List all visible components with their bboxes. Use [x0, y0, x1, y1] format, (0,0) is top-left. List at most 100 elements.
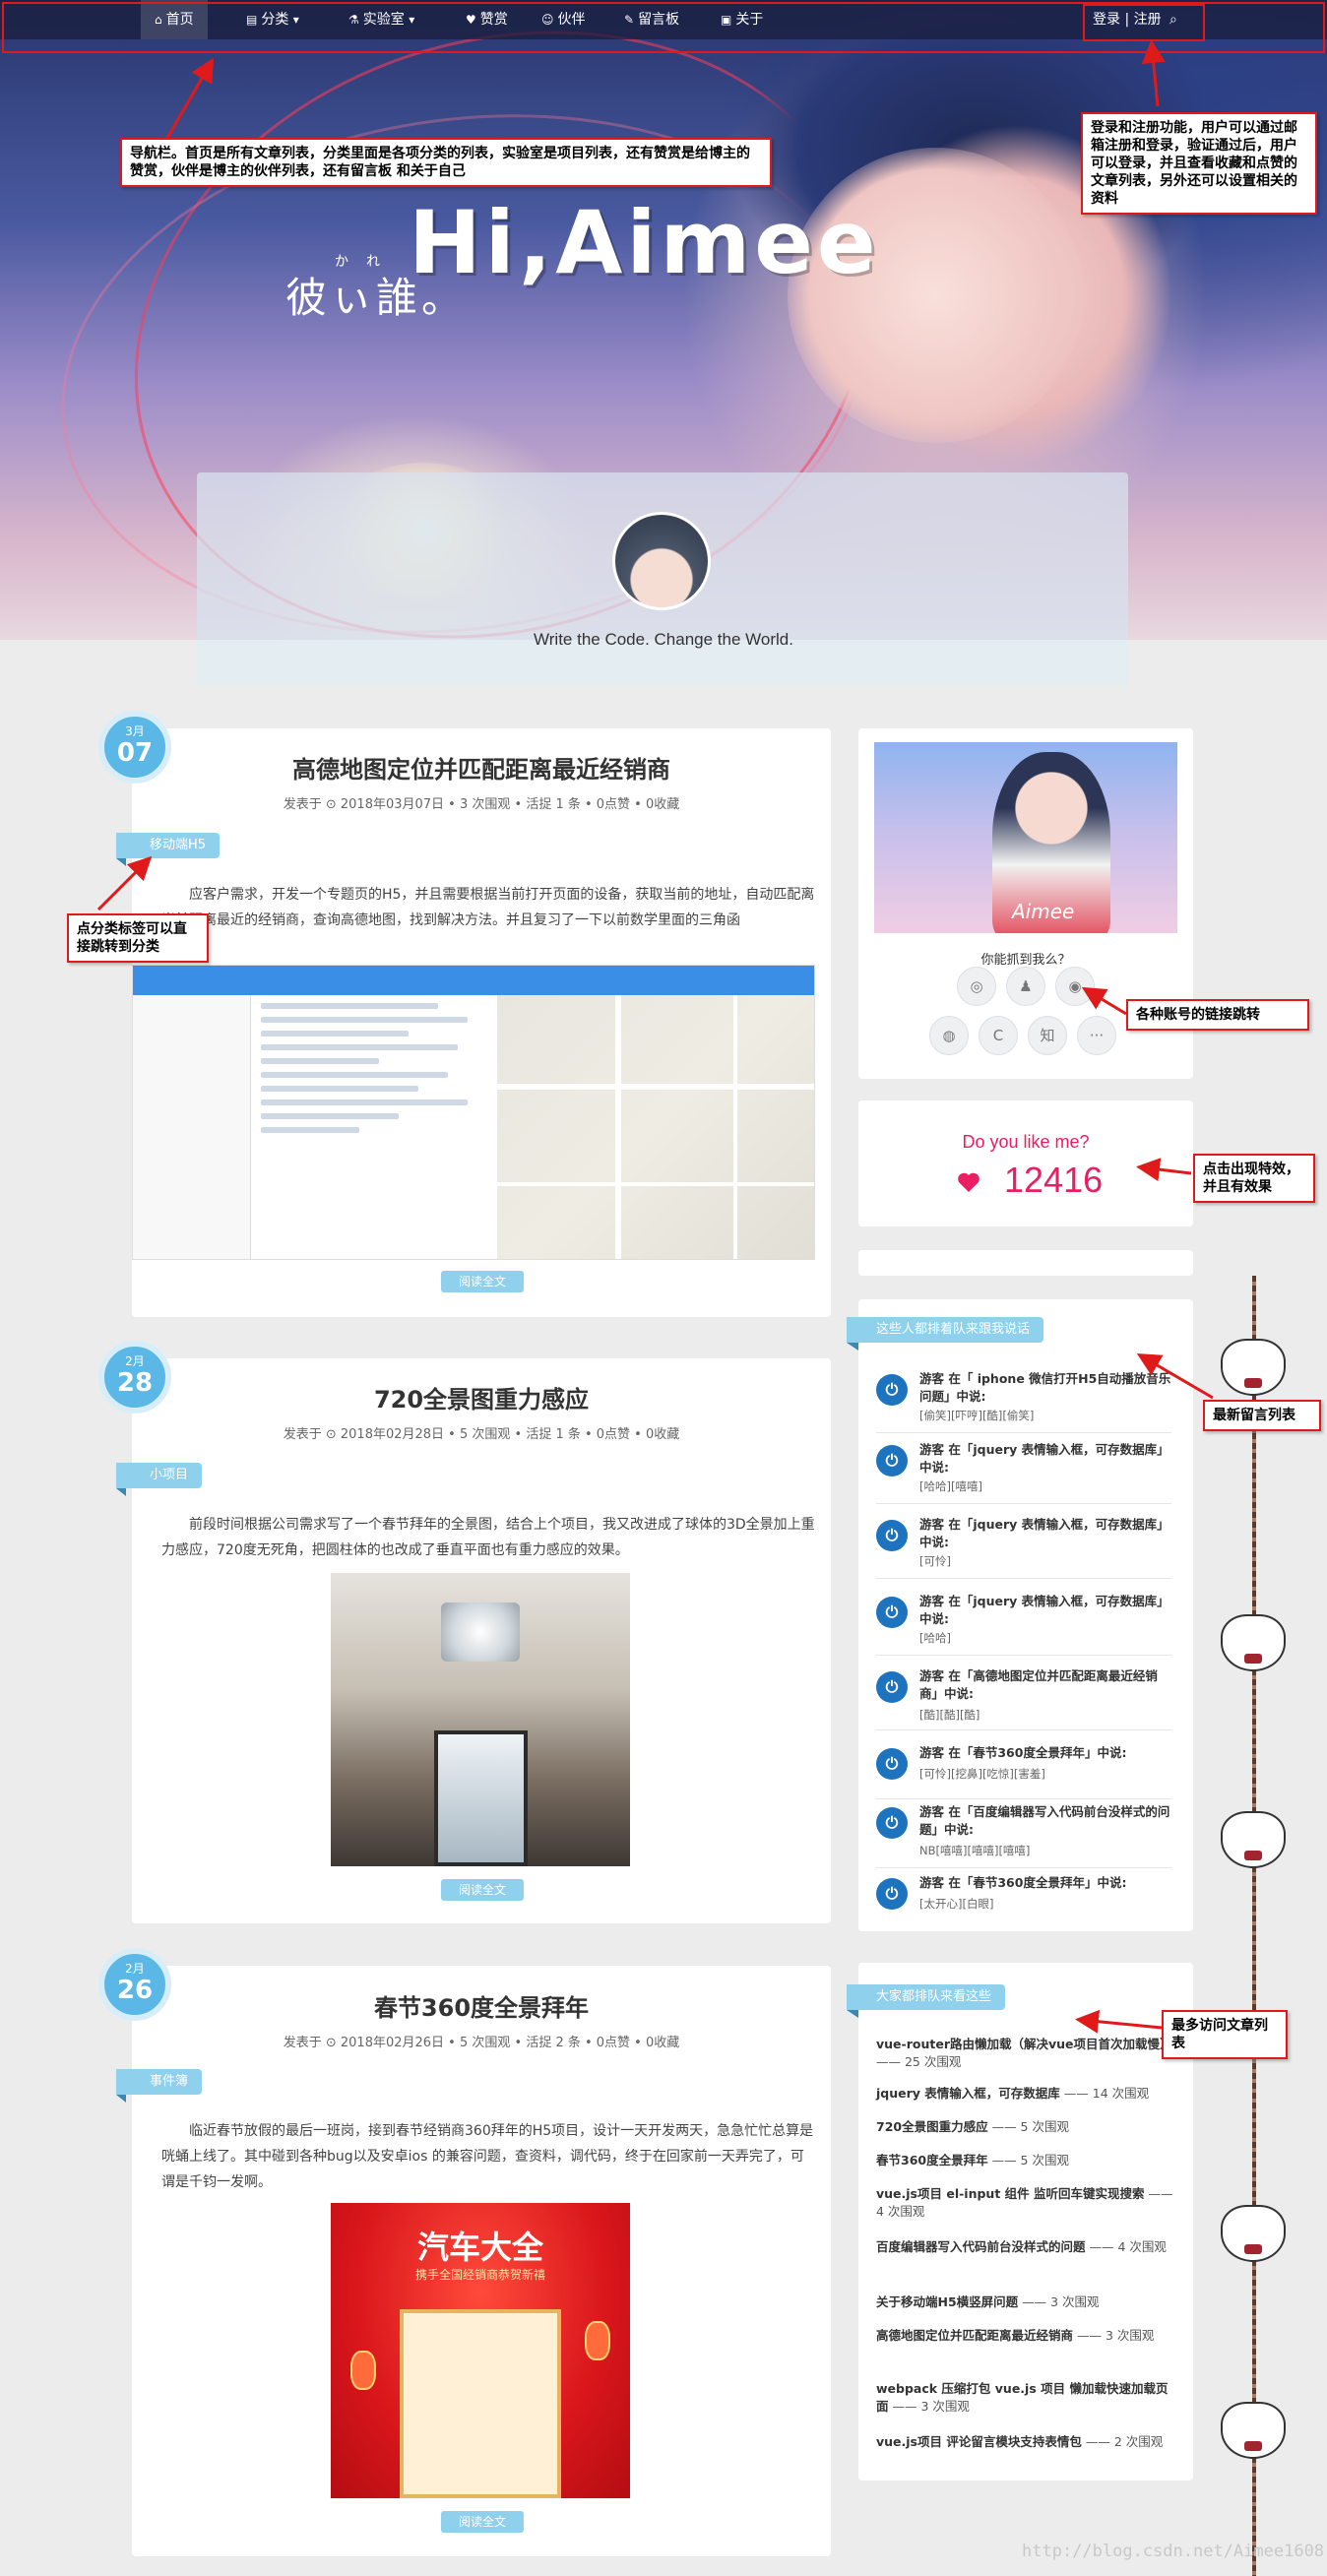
power-icon: ⏻ — [876, 1520, 908, 1551]
empty-widget — [858, 1250, 1193, 1276]
comment-item[interactable]: ⏻ 游客 在「春节360度全景拜年」中说: [可怜][挖鼻][吃惊][害羞] — [876, 1744, 1171, 1799]
top-post-name: vue.js项目 el-input 组件 监听回车键实现搜索 — [876, 2186, 1145, 2201]
comment-body: [酷][酷][酷] — [919, 1708, 980, 1722]
top-post-name: 720全景图重力感应 — [876, 2119, 988, 2134]
hero-subtitle-ruby: かれ た — [335, 254, 452, 270]
screenshot-map — [497, 995, 814, 1259]
post-title[interactable]: 高德地图定位并匹配距离最近经销商 — [132, 750, 831, 785]
profile-image: Aimee — [874, 742, 1177, 933]
hero-subtitle-text: 彼ぃ誰。 — [285, 274, 468, 322]
top-post-item[interactable]: 春节360度全景拜年 —— 5 次围观 — [876, 2152, 1177, 2169]
top-post-item[interactable]: 720全景图重力感应 —— 5 次围观 — [876, 2118, 1177, 2136]
comment-item[interactable]: ⏻ 游客 在「jquery 表情输入框，可存数据库」中说: [哈哈] — [876, 1593, 1171, 1656]
like-count[interactable]: 12416 — [1004, 1160, 1103, 1201]
top-post-item[interactable]: vue.js项目 el-input 组件 监听回车键实现搜索 —— 4 次围观 — [876, 2185, 1177, 2221]
top-post-item[interactable]: 关于移动端H5横竖屏问题 —— 3 次围观 — [876, 2293, 1177, 2311]
top-post-item[interactable]: vue.js项目 评论留言模块支持表情包 —— 2 次围观 — [876, 2433, 1177, 2451]
comment-body: [哈哈] — [919, 1631, 951, 1645]
qq-icon[interactable]: ♟ — [1006, 967, 1045, 1006]
comment-title: 游客 在「jquery 表情输入框，可存数据库」中说: — [919, 1594, 1169, 1626]
top-post-item[interactable]: 百度编辑器写入代码前台没样式的问题 —— 4 次围观 — [876, 2238, 1177, 2256]
top-post-views: —— 4 次围观 — [1089, 2239, 1167, 2254]
post-meta: 发表于 ⊙ 2018年03月07日 • 3 次围观 • 活捉 1 条 • 0点赞… — [283, 797, 680, 812]
comment-title: 游客 在「百度编辑器写入代码前台没样式的问题」中说: — [919, 1804, 1170, 1837]
post-month: 2月 — [125, 1354, 145, 1368]
like-widget: Do you like me? 12416 — [858, 1100, 1193, 1226]
post-category-tag[interactable]: 事件簿 — [116, 2069, 203, 2103]
power-icon: ⏻ — [876, 1671, 908, 1703]
lantern-decoration — [585, 2321, 610, 2360]
map-road — [615, 995, 621, 1259]
lantern-decoration — [1221, 2205, 1286, 2262]
post-excerpt: 前段时间根据公司需求写了一个春节拜年的全景图，结合上个项目，我又改进成了球体的3… — [161, 1517, 815, 1558]
csdn-icon[interactable]: C — [979, 1016, 1018, 1055]
post-category-tag[interactable]: 移动端H5 — [116, 833, 221, 866]
comment-item[interactable]: ⏻ 游客 在「 iphone 微信打开H5自动播放音乐问题」中说: [偷笑][吓哼]… — [876, 1370, 1171, 1433]
annotation-like: 点击出现特效，并且有效果 — [1193, 1154, 1315, 1203]
screenshot-topbar — [133, 966, 814, 995]
post-month: 2月 — [125, 1962, 145, 1976]
lantern-decoration — [1221, 1339, 1286, 1396]
zhihu-icon[interactable]: 知 — [1028, 1016, 1067, 1055]
weibo-icon[interactable]: ◉ — [1055, 967, 1095, 1006]
annotation-top: 最多访问文章列表 — [1162, 2010, 1288, 2059]
comment-title: 游客 在「jquery 表情输入框，可存数据库」中说: — [919, 1517, 1169, 1549]
comment-title: 游客 在「春节360度全景拜年」中说: — [919, 1875, 1127, 1890]
wechat-icon[interactable]: ◍ — [929, 1016, 969, 1055]
image-panel — [400, 2309, 561, 2498]
post-excerpt: 应客户需求，开发一个专题页的H5，并且需要根据当前打开页面的设备，获取当前的地址… — [161, 887, 815, 928]
comment-title: 游客 在「高德地图定位并匹配距离最近经销商」中说: — [919, 1668, 1158, 1701]
lantern-decoration — [350, 2351, 376, 2390]
post-title[interactable]: 720全景图重力感应 — [132, 1380, 831, 1414]
comment-item[interactable]: ⏻ 游客 在「jquery 表情输入框，可存数据库」中说: [哈哈][嘻嘻] — [876, 1441, 1171, 1504]
profile-signature: Aimee — [1012, 900, 1075, 923]
comment-item[interactable]: ⏻ 游客 在「春节360度全景拜年」中说: [太开心][白眼] — [876, 1874, 1171, 1923]
read-more-button[interactable]: 阅读全文>> — [441, 1271, 524, 1310]
heart-icon[interactable] — [957, 1171, 980, 1193]
top-post-views: —— 3 次围观 — [1022, 2294, 1100, 2309]
top-post-item[interactable]: vue-router路由懒加载（解决vue项目首次加载慢） —— 25 次围观 — [876, 2036, 1177, 2071]
top-post-views: —— 3 次围观 — [1077, 2328, 1155, 2343]
screenshot-sidebar — [133, 995, 251, 1259]
comment-body: [可怜] — [919, 1554, 951, 1568]
power-icon: ⏻ — [876, 1748, 908, 1780]
comment-title: 游客 在「jquery 表情输入框，可存数据库」中说: — [919, 1442, 1169, 1475]
top-post-name: vue.js项目 评论留言模块支持表情包 — [876, 2434, 1082, 2449]
annotation-comments: 最新留言列表 — [1203, 1400, 1321, 1431]
lantern-decoration — [1221, 1614, 1286, 1671]
github-icon[interactable]: ◎ — [957, 967, 996, 1006]
top-post-views: —— 5 次围观 — [991, 2153, 1069, 2168]
more-icon[interactable]: ··· — [1077, 1016, 1116, 1055]
comment-item[interactable]: ⏻ 游客 在「高德地图定位并匹配距离最近经销商」中说: [酷][酷][酷] — [876, 1667, 1171, 1730]
top-post-item[interactable]: 高德地图定位并匹配距离最近经销商 —— 3 次围观 — [876, 2327, 1177, 2345]
comments-widget-title: 这些人都排着队来跟我说话 — [847, 1317, 1044, 1351]
post-meta: 发表于 ⊙ 2018年02月26日 • 5 次围观 • 活捉 2 条 • 0点赞… — [283, 2036, 680, 2050]
post-image[interactable] — [331, 1573, 630, 1866]
top-post-views: —— 25 次围观 — [876, 2054, 962, 2069]
post-category-tag[interactable]: 小项目 — [116, 1463, 203, 1496]
power-icon: ⏻ — [876, 1807, 908, 1839]
avatar[interactable] — [612, 512, 711, 610]
post-title[interactable]: 春节360度全景拜年 — [132, 1988, 831, 2023]
post-image[interactable]: 汽车大全 携手全国经销商恭贺新禧 — [331, 2203, 630, 2498]
top-post-views: —— 2 次围观 — [1085, 2434, 1164, 2449]
like-question: Do you like me? — [962, 1132, 1090, 1152]
find-me-text: 你能抓到我么？ — [980, 953, 1071, 968]
read-more-button[interactable]: 阅读全文>> — [441, 2511, 524, 2550]
comment-item[interactable]: ⏻ 游客 在「jquery 表情输入框，可存数据库」中说: [可怜] — [876, 1516, 1171, 1579]
top-post-name: 春节360度全景拜年 — [876, 2153, 988, 2168]
top-post-item[interactable]: webpack 压缩打包 vue.js 项目 懒加载快速加载页面 —— 3 次围… — [876, 2380, 1177, 2416]
annotation-box-login — [1083, 4, 1205, 41]
top-post-name: 高德地图定位并匹配距离最近经销商 — [876, 2328, 1074, 2343]
post-image[interactable] — [132, 965, 815, 1260]
top-post-item[interactable]: jquery 表情输入框，可存数据库 —— 14 次围观 — [876, 2085, 1177, 2103]
image-brand: 汽车大全 — [416, 2229, 543, 2266]
map-road — [733, 995, 737, 1259]
comment-body: NB[嘻嘻][嘻嘻][嘻嘻] — [919, 1844, 1031, 1857]
hero-subtitle: かれ た彼ぃ誰。 — [285, 251, 467, 325]
comment-item[interactable]: ⏻ 游客 在「百度编辑器写入代码前台没样式的问题」中说: NB[嘻嘻][嘻嘻][嘻嘻… — [876, 1803, 1171, 1868]
top-posts-widget: 大家都排队来看这些 vue-router路由懒加载（解决vue项目首次加载慢） … — [847, 1963, 1193, 2481]
read-more-button[interactable]: 阅读全文>> — [441, 1879, 524, 1918]
top-posts-widget-title: 大家都排队来看这些 — [847, 1984, 1006, 2018]
comment-title: 游客 在「春节360度全景拜年」中说: — [919, 1745, 1127, 1760]
